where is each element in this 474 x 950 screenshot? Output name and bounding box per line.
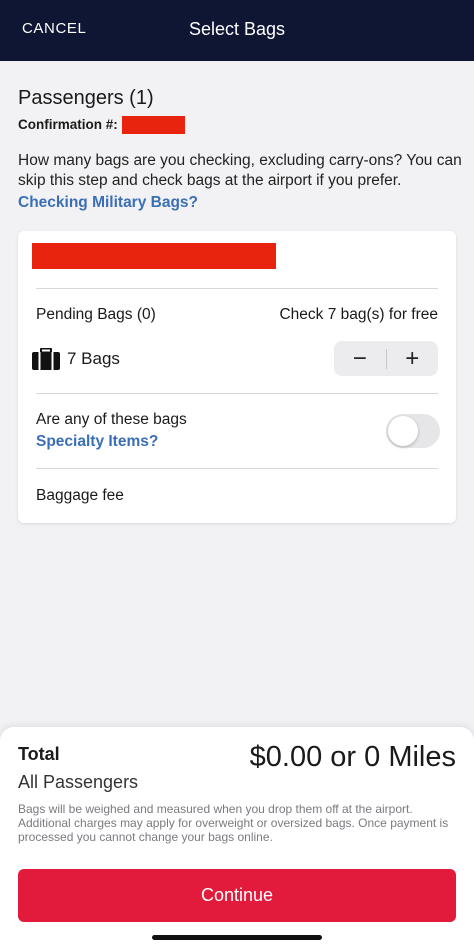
free-bags-text: Check 7 bag(s) for free <box>279 306 438 323</box>
continue-button[interactable]: Continue <box>18 869 456 922</box>
passengers-heading: Passengers (1) <box>18 87 154 109</box>
confirmation-number-redaction <box>122 116 185 134</box>
divider <box>36 468 438 469</box>
specialty-question: Are any of these bags <box>36 411 187 428</box>
specialty-items-link[interactable]: Specialty Items? <box>36 433 158 451</box>
total-amount: $0.00 or 0 Miles <box>249 741 456 773</box>
passenger-name-redaction <box>32 243 276 269</box>
decrement-button[interactable]: − <box>334 341 386 376</box>
confirmation-label: Confirmation #: <box>18 117 118 132</box>
home-indicator <box>152 935 322 940</box>
total-footer-panel: Total All Passengers $0.00 or 0 Miles Ba… <box>0 727 474 950</box>
total-label: Total <box>18 744 60 764</box>
military-bags-link[interactable]: Checking Military Bags? <box>18 194 198 212</box>
bag-count-row: 7 Bags <box>32 348 120 370</box>
bag-selection-card: Pending Bags (0) Check 7 bag(s) for free… <box>18 231 456 523</box>
bag-count-label: 7 Bags <box>67 349 120 368</box>
page-title: Select Bags <box>188 19 286 39</box>
top-navigation-bar: CANCEL Select Bags <box>0 0 474 61</box>
divider <box>36 393 438 394</box>
baggage-fee-label: Baggage fee <box>36 487 124 504</box>
divider <box>36 288 438 289</box>
intro-text: How many bags are you checking, excludin… <box>18 152 462 189</box>
toggle-knob <box>388 416 418 446</box>
luggage-icon <box>32 348 60 370</box>
bag-quantity-stepper: − + <box>334 341 438 376</box>
baggage-disclaimer: Bags will be weighed and measured when y… <box>18 802 449 844</box>
all-passengers-label: All Passengers <box>18 772 139 792</box>
increment-button[interactable]: + <box>386 341 438 376</box>
pending-bags-label: Pending Bags (0) <box>36 306 156 323</box>
specialty-items-toggle[interactable] <box>386 414 440 448</box>
